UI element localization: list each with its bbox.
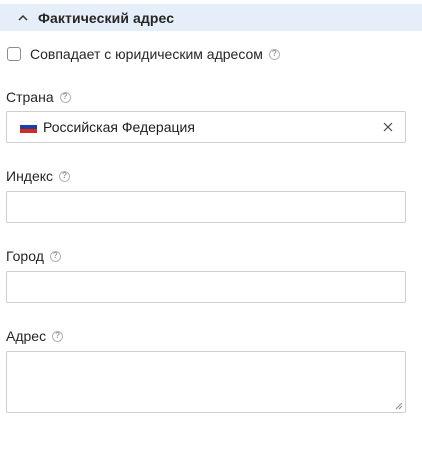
same-as-legal-row: Совпадает с юридическим адресом ? — [7, 45, 280, 63]
country-select[interactable]: Российская Федерация — [6, 111, 406, 143]
country-label-row: Страна ? — [6, 89, 71, 105]
country-value: Российская Федерация — [20, 112, 195, 142]
same-as-legal-checkbox[interactable] — [7, 47, 21, 61]
address-label-row: Адрес ? — [6, 328, 64, 344]
section-header-actual-address[interactable]: Фактический адрес — [0, 4, 422, 31]
city-input[interactable] — [6, 271, 406, 303]
help-icon[interactable]: ? — [49, 250, 61, 262]
resize-handle-icon[interactable] — [395, 402, 403, 410]
russia-flag-icon — [20, 121, 37, 133]
country-value-text: Российская Федерация — [43, 119, 195, 135]
help-icon[interactable]: ? — [59, 91, 71, 103]
help-icon[interactable]: ? — [268, 48, 280, 60]
city-label: Город — [6, 248, 44, 264]
chevron-up-icon[interactable] — [16, 11, 30, 25]
same-as-legal-label[interactable]: Совпадает с юридическим адресом — [30, 46, 263, 62]
index-input[interactable] — [6, 191, 406, 223]
address-textarea[interactable] — [6, 351, 406, 413]
help-icon[interactable]: ? — [52, 330, 64, 342]
close-icon[interactable] — [382, 121, 394, 133]
country-label: Страна — [6, 89, 54, 105]
help-icon[interactable]: ? — [59, 170, 71, 182]
index-label: Индекс — [6, 168, 54, 184]
section-title: Фактический адрес — [38, 9, 175, 26]
address-label: Адрес — [6, 328, 47, 344]
city-label-row: Город ? — [6, 248, 61, 264]
index-label-row: Индекс ? — [6, 168, 71, 184]
